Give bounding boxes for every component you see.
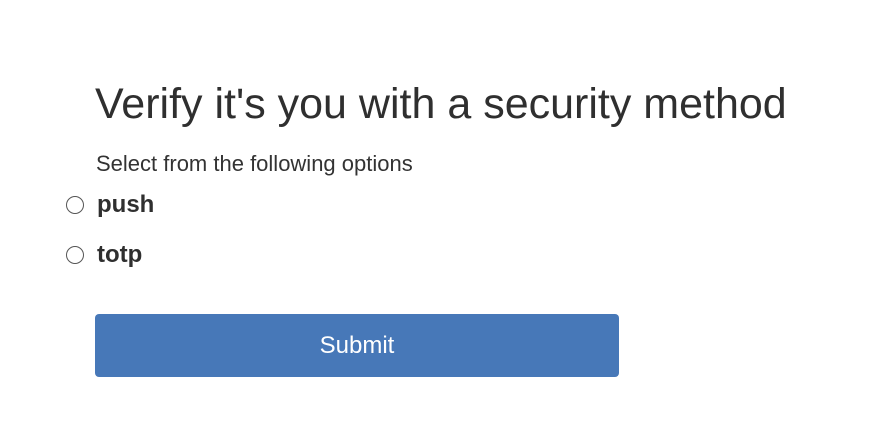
submit-button[interactable]: Submit bbox=[95, 314, 619, 377]
option-totp[interactable]: totp bbox=[66, 240, 142, 270]
option-label: push bbox=[97, 191, 155, 218]
option-label: totp bbox=[97, 241, 143, 268]
option-push[interactable]: push bbox=[66, 190, 154, 220]
page-subtitle: Select from the following options bbox=[96, 151, 413, 176]
push-radio[interactable] bbox=[66, 196, 84, 214]
page-title: Verify it's you with a security method bbox=[95, 80, 787, 128]
totp-radio[interactable] bbox=[66, 246, 84, 264]
